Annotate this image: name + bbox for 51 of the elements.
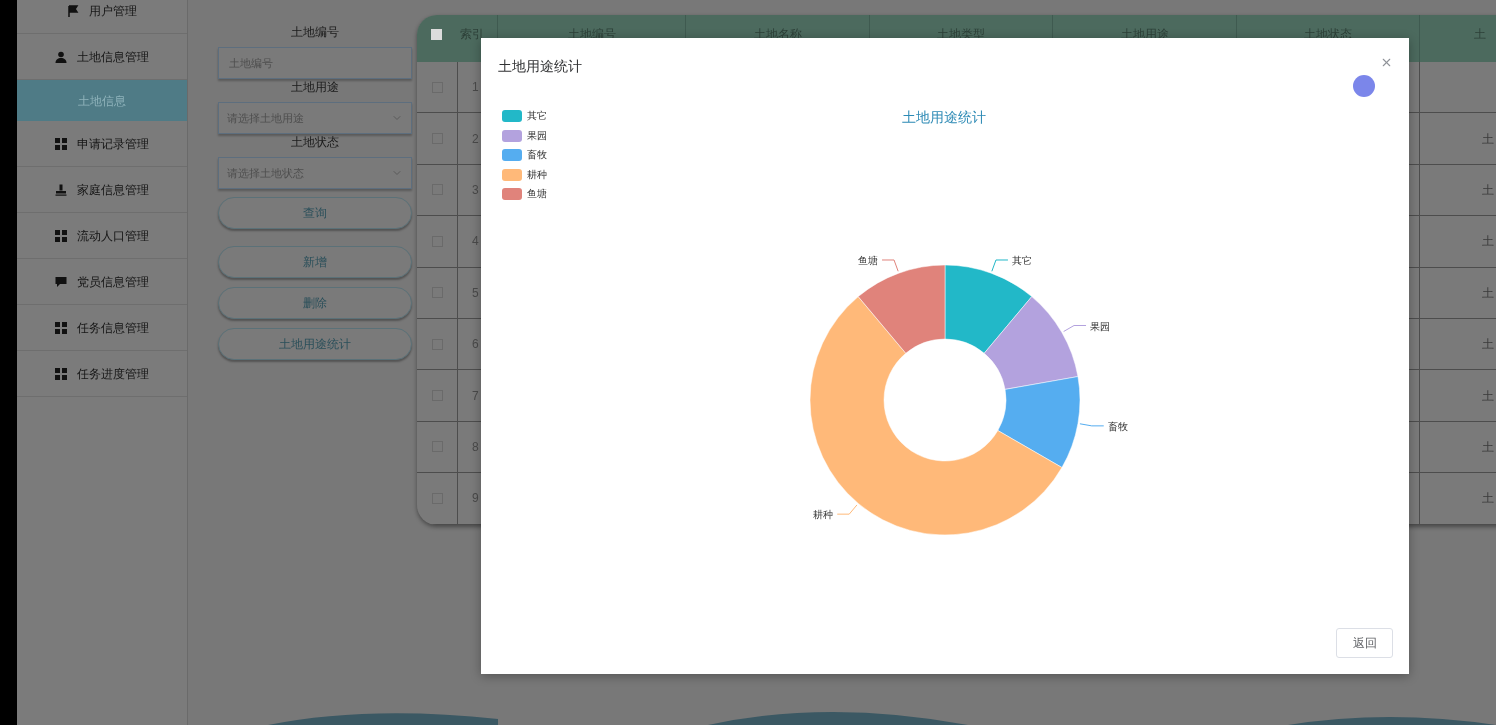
sidebar-item[interactable]: 申请记录管理 [17, 121, 187, 167]
leader-line [1079, 423, 1105, 427]
field-label: 土地编号 [291, 24, 339, 40]
leader-line [991, 259, 1009, 272]
header-checkbox-icon [430, 29, 442, 40]
action-button[interactable]: 删除 [218, 287, 412, 319]
table-cell-text: 土 [1482, 284, 1494, 302]
cursor-highlight-icon [1353, 75, 1375, 97]
legend-label: 果园 [527, 129, 547, 142]
leader-line [1063, 325, 1087, 332]
action-button[interactable]: 查询 [218, 197, 412, 229]
slice-label: 果园 [1090, 320, 1111, 332]
table-cell-text: 土 [1482, 130, 1494, 148]
dialog-title: 土地用途统计 [498, 57, 582, 76]
table-cell-text: 土 [1482, 490, 1494, 508]
sidebar-subitem[interactable]: 土地信息 [17, 80, 187, 121]
flag-icon [67, 4, 79, 17]
table-cell-text: 土 [1482, 233, 1494, 251]
back-button[interactable]: 返回 [1336, 628, 1393, 658]
person-icon [55, 50, 67, 63]
table-cell-text: 土 [1482, 387, 1494, 405]
sidebar-item[interactable]: 任务进度管理 [17, 351, 187, 397]
legend-label: 耕种 [527, 168, 547, 181]
slice-label: 畜牧 [1107, 420, 1128, 432]
grid-icon [55, 229, 67, 242]
table-cell-text: 土 [1482, 181, 1494, 199]
table-cell-text: 土 [1482, 336, 1494, 354]
chart-title: 土地用途统计 [902, 108, 986, 127]
leader-line [836, 504, 858, 515]
sidebar-item[interactable]: 家庭信息管理 [17, 167, 187, 213]
action-button[interactable]: 土地用途统计 [218, 328, 412, 360]
field-label: 土地状态 [291, 134, 339, 150]
stamp-icon [55, 183, 67, 196]
grid-icon [55, 137, 67, 150]
legend-label: 畜牧 [527, 149, 547, 161]
sidebar-item[interactable]: 任务信息管理 [17, 305, 187, 351]
grid-icon [55, 321, 67, 334]
field-label: 土地用途 [291, 79, 339, 95]
grid-icon [55, 367, 67, 380]
legend-label: 其它 [527, 110, 547, 122]
slice-label: 其它 [1011, 255, 1032, 266]
sidebar-item[interactable]: 流动人口管理 [17, 213, 187, 259]
sidebar-item[interactable]: 党员信息管理 [17, 259, 187, 305]
chat-icon [55, 275, 67, 288]
table-cell-text: 土 [1482, 438, 1494, 456]
slice-label: 耕种 [813, 509, 834, 521]
slice-label: 鱼塘 [858, 255, 879, 266]
legend-label: 鱼塘 [527, 188, 547, 200]
sidebar-item[interactable]: 用户管理 [17, 0, 187, 34]
action-button[interactable]: 新增 [218, 246, 412, 278]
leader-line [881, 259, 899, 272]
